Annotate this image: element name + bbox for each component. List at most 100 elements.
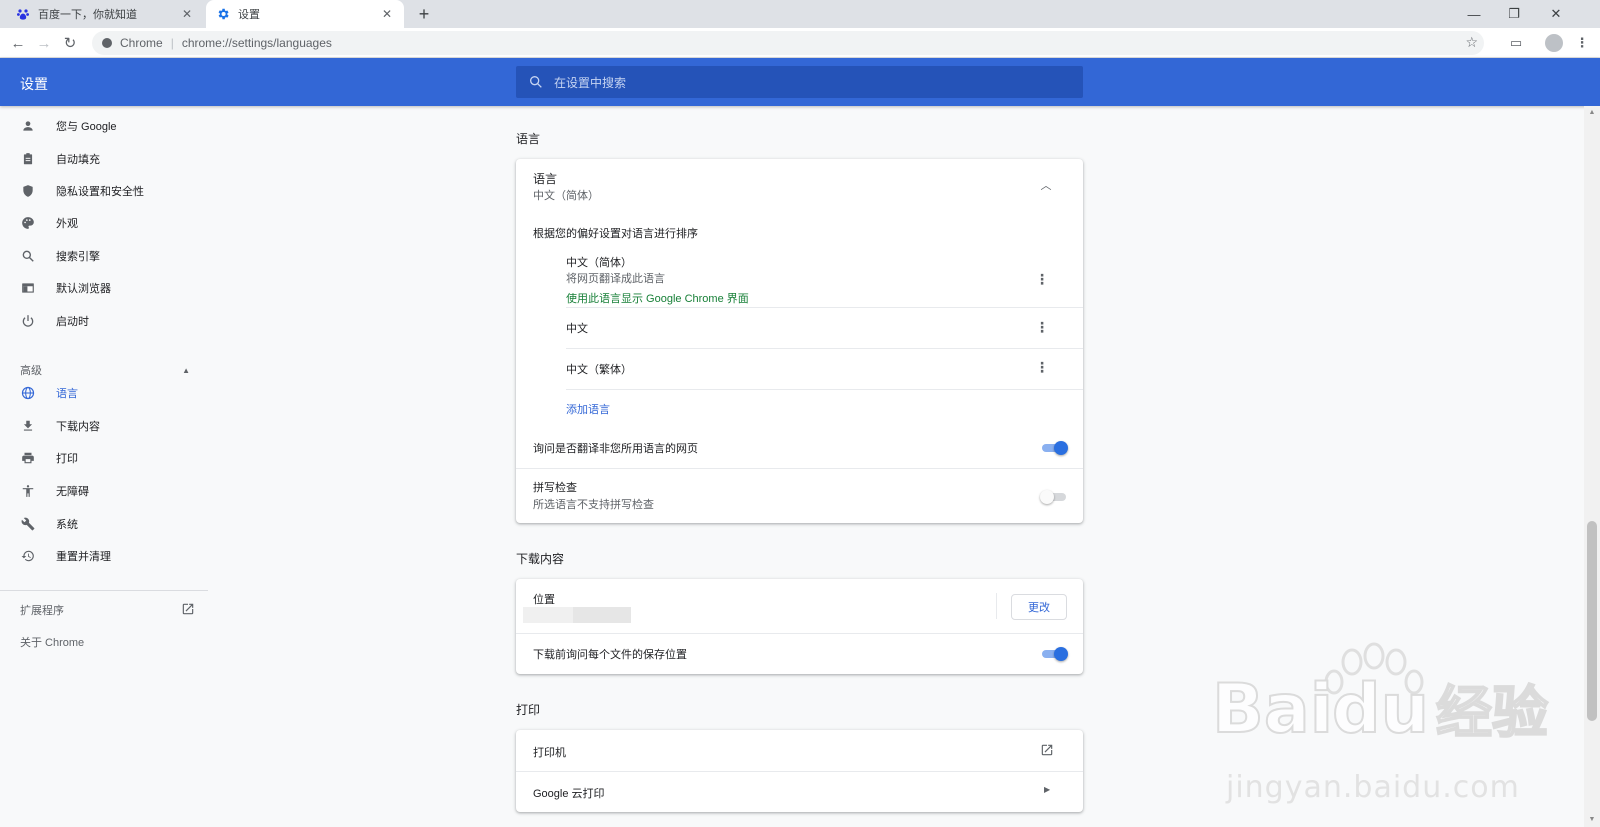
- back-arrow-icon[interactable]: ←: [8, 33, 28, 53]
- minimize-icon[interactable]: —: [1454, 0, 1494, 28]
- chip-separator: |: [170, 36, 174, 50]
- tab-title: 设置: [238, 9, 260, 21]
- accessibility-icon: [20, 483, 36, 499]
- downloads-section-title: 下载内容: [516, 552, 565, 566]
- download-path: [573, 607, 631, 623]
- more-options-icon[interactable]: ⋮: [1034, 359, 1050, 375]
- globe-icon: [20, 385, 36, 401]
- sidebar-item-label: 您与 Google: [56, 121, 117, 133]
- sidebar-item-search-engine[interactable]: 搜索引擎: [0, 240, 208, 272]
- sidebar-item-printing[interactable]: 打印: [0, 442, 208, 474]
- avatar: [1545, 34, 1563, 52]
- sidebar-item-label: 打印: [56, 453, 78, 465]
- printers-label[interactable]: 打印机: [533, 744, 566, 760]
- sidebar-item-on-startup[interactable]: 启动时: [0, 305, 208, 337]
- sidebar-item-autofill[interactable]: 自动填充: [0, 143, 208, 175]
- url-text[interactable]: chrome://settings/languages: [182, 36, 332, 50]
- browser-window-icon: [20, 280, 36, 296]
- site-chip: Chrome: [120, 36, 163, 50]
- search-placeholder: 在设置中搜索: [554, 75, 627, 90]
- spellcheck-toggle[interactable]: [1040, 490, 1068, 504]
- tab-strip: 百度一下，你就知道 ✕ 设置 ✕ + — ❐ ✕: [0, 0, 1600, 28]
- sidebar-item-reset[interactable]: 重置并清理: [0, 540, 208, 572]
- open-in-new-icon: [181, 602, 195, 619]
- sidebar-item-languages[interactable]: 语言: [0, 377, 208, 409]
- downloads-card: 位置 更改 下载前询问每个文件的保存位置: [516, 579, 1083, 674]
- add-language-link[interactable]: 添加语言: [566, 401, 610, 417]
- address-bar[interactable]: Chrome | chrome://settings/languages ☆: [92, 31, 1484, 55]
- shield-icon: [20, 183, 36, 199]
- sidebar-item-about-chrome[interactable]: 关于 Chrome: [20, 634, 84, 650]
- sidebar-item-label: 自动填充: [56, 154, 100, 166]
- row-divider: [566, 389, 1083, 390]
- close-icon[interactable]: ✕: [180, 7, 194, 21]
- sidebar-item-label: 系统: [56, 519, 78, 531]
- clipboard-icon: [20, 151, 36, 167]
- sidebar-item-appearance[interactable]: 外观: [0, 207, 208, 239]
- wrench-icon: [20, 516, 36, 532]
- toggle-knob: [1040, 490, 1054, 504]
- restore-icon[interactable]: ❐: [1494, 0, 1534, 28]
- tab-settings[interactable]: 设置 ✕: [206, 0, 404, 28]
- sidebar-item-downloads[interactable]: 下载内容: [0, 410, 208, 442]
- more-options-icon[interactable]: ⋮: [1034, 319, 1050, 335]
- close-icon[interactable]: ✕: [380, 7, 394, 21]
- row-divider: [516, 633, 1083, 634]
- bookmark-star-icon[interactable]: ☆: [1465, 34, 1478, 51]
- chevron-right-icon[interactable]: ▶: [1044, 785, 1050, 794]
- sidebar-item-privacy[interactable]: 隐私设置和安全性: [0, 175, 208, 207]
- sidebar-item-you-and-google[interactable]: 您与 Google: [0, 110, 208, 142]
- settings-search-input[interactable]: 在设置中搜索: [516, 66, 1083, 98]
- row-divider: [566, 307, 1083, 308]
- vertical-separator: [996, 593, 997, 619]
- row-divider: [516, 468, 1083, 469]
- chevron-up-icon: ▲: [182, 365, 190, 375]
- chevron-up-icon[interactable]: ︿: [1038, 177, 1054, 193]
- site-info-icon[interactable]: [102, 38, 112, 48]
- search-icon: [530, 76, 542, 88]
- sidebar-item-default-browser[interactable]: 默认浏览器: [0, 272, 208, 304]
- sidebar-item-accessibility[interactable]: 无障碍: [0, 475, 208, 507]
- new-tab-button[interactable]: +: [414, 4, 434, 24]
- settings-header: 设置 在设置中搜索: [0, 58, 1600, 106]
- history-icon: [20, 548, 36, 564]
- reload-icon[interactable]: ↻: [60, 33, 80, 53]
- menu-kebab-icon[interactable]: ⋮: [1572, 33, 1592, 53]
- download-icon: [20, 418, 36, 434]
- sidebar-item-system[interactable]: 系统: [0, 508, 208, 540]
- sidebar-divider: [0, 590, 208, 591]
- scroll-up-icon[interactable]: ▲: [1588, 109, 1596, 117]
- browser-toolbar: ← → ↻ Chrome | chrome://settings/languag…: [0, 28, 1600, 58]
- advanced-label: 高级: [20, 365, 42, 377]
- extensions-label: 扩展程序: [20, 605, 64, 617]
- scroll-down-icon[interactable]: ▼: [1588, 816, 1596, 824]
- sidebar-item-label: 搜索引擎: [56, 251, 100, 263]
- toggle-knob: [1054, 441, 1068, 455]
- palette-icon: [20, 215, 36, 231]
- languages-section-title: 语言: [516, 132, 541, 146]
- more-options-icon[interactable]: ⋮: [1034, 271, 1050, 287]
- sidebar-item-label: 启动时: [56, 316, 89, 328]
- sidebar-item-extensions[interactable]: 扩展程序: [20, 600, 195, 620]
- offer-translate-label: 询问是否翻译非您所用语言的网页: [533, 443, 698, 455]
- ask-before-download-toggle[interactable]: [1040, 647, 1068, 661]
- download-location-label: 位置: [533, 594, 555, 606]
- change-location-button[interactable]: 更改: [1011, 594, 1067, 620]
- spellcheck-label: 拼写检查: [533, 482, 577, 494]
- svg-text:Bai: Bai: [1212, 670, 1333, 749]
- sidebar-item-label: 外观: [56, 218, 78, 230]
- cloud-print-label[interactable]: Google 云打印: [533, 785, 605, 801]
- language-ui-note: 使用此语言显示 Google Chrome 界面: [566, 293, 749, 305]
- open-in-new-icon[interactable]: [1040, 743, 1054, 760]
- search-icon: [20, 248, 36, 264]
- sidebar-item-label: 无障碍: [56, 486, 89, 498]
- tab-baidu[interactable]: 百度一下，你就知道 ✕: [6, 0, 204, 28]
- offer-translate-toggle[interactable]: [1040, 441, 1068, 455]
- forward-arrow-icon[interactable]: →: [34, 33, 54, 53]
- printer-icon: [20, 450, 36, 466]
- sidebar: 您与 Google 自动填充 隐私设置和安全性 外观 搜索引擎 默认浏览器 启动…: [0, 106, 208, 827]
- profile-avatar[interactable]: [1544, 33, 1564, 53]
- languages-header-label: 语言: [533, 172, 558, 186]
- window-close-icon[interactable]: ✕: [1536, 0, 1576, 28]
- cast-icon[interactable]: ▭: [1506, 33, 1526, 53]
